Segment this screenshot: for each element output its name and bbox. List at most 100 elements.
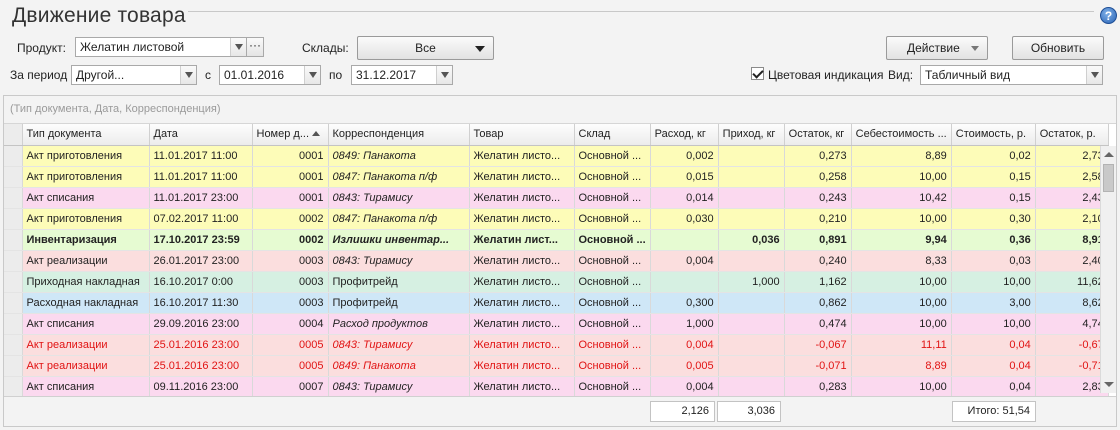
table-row[interactable]: Акт списания 09.11.2016 23:00 0007 0843: Ти… (4, 376, 1109, 398)
table-cell-corr: Профитрейд (328, 271, 470, 293)
table-cell-corr: 0847: Панакота п/ф (328, 166, 470, 188)
table-row[interactable]: Акт приготовления 07.02.2017 11:00 0002 084… (4, 208, 1109, 230)
table-cell-value: 0,30 (951, 208, 1036, 230)
table-cell-type: Акт приготовления (22, 166, 150, 188)
table-cell-out: 0,004 (650, 376, 719, 398)
row-selector-header (4, 124, 23, 146)
table-cell-cost: 8,33 (851, 250, 952, 272)
table-cell-store: Основной ... (574, 376, 651, 398)
row-selector[interactable] (4, 313, 23, 335)
vertical-scrollbar[interactable] (1100, 146, 1116, 393)
view-label: Вид: (888, 68, 914, 82)
table-cell-date: 25.01.2016 23:00 (149, 334, 253, 356)
chevron-down-icon[interactable] (1086, 66, 1102, 84)
table-cell-rest_rub: 4,74 (1035, 313, 1109, 335)
column-header[interactable]: Остаток, кг (784, 124, 852, 146)
column-header[interactable]: Дата (149, 124, 253, 146)
table-cell-store: Основной ... (574, 208, 651, 230)
refresh-button[interactable]: Обновить (1012, 36, 1104, 60)
period-select[interactable]: Другой... (71, 65, 197, 85)
row-selector[interactable] (4, 229, 23, 251)
row-selector[interactable] (4, 376, 23, 398)
row-selector[interactable] (4, 355, 23, 377)
chevron-down-icon[interactable] (230, 38, 246, 56)
help-icon[interactable]: ? (1100, 7, 1117, 24)
table-cell-date: 11.01.2017 11:00 (149, 145, 253, 167)
table-cell-num: 0001 (252, 187, 329, 209)
table-cell-good: Желатин лист... (469, 229, 575, 251)
table-cell-out: 0,014 (650, 187, 719, 209)
row-selector[interactable] (4, 292, 23, 314)
table-cell-good: Желатин листо... (469, 292, 575, 314)
column-header[interactable]: Товар (469, 124, 575, 146)
table-row[interactable]: Инвентаризация 17.10.2017 23:59 0002 Излишк… (4, 229, 1109, 251)
table-row[interactable]: Расходная накладная 16.10.2017 11:30 0003 П… (4, 292, 1109, 314)
table-cell-type: Расходная накладная (22, 292, 150, 314)
table-cell-rest: 0,862 (784, 292, 852, 314)
product-more-button[interactable]: ··· (246, 37, 264, 57)
column-header[interactable]: Склад (574, 124, 651, 146)
movement-table: Тип документа Дата Номер д... Корреспонд… (4, 124, 1109, 398)
from-date-value: 01.01.2016 (224, 68, 285, 82)
scroll-up-icon[interactable] (1104, 152, 1114, 157)
table-cell-value: 0,15 (951, 166, 1036, 188)
column-header[interactable]: Себестоимость ... (851, 124, 952, 146)
column-header[interactable]: Корреспонденция (328, 124, 470, 146)
table-cell-value: 0,04 (951, 376, 1036, 398)
table-cell-corr: 0843: Тирамису (328, 187, 470, 209)
table-row[interactable]: Акт списания 29.09.2016 23:00 0004 Расход п… (4, 313, 1109, 335)
table-cell-date: 11.01.2017 11:00 (149, 166, 253, 188)
stores-dropdown[interactable]: Все (357, 36, 494, 60)
table-cell-in (718, 250, 785, 272)
to-date-field[interactable]: 31.12.2017 (351, 65, 453, 85)
stores-label: Склады: (302, 41, 349, 55)
column-header[interactable]: Стоимость, р. (951, 124, 1036, 146)
table-cell-cost: 11,11 (851, 334, 952, 356)
table-cell-good: Желатин листо... (469, 376, 575, 398)
table-row[interactable]: Акт приготовления 11.01.2017 11:00 0001 084… (4, 145, 1109, 167)
table-cell-out: 0,002 (650, 145, 719, 167)
product-select[interactable]: Желатин листовой (75, 37, 247, 57)
column-header[interactable]: Остаток, р. (1035, 124, 1109, 146)
column-header[interactable]: Расход, кг (650, 124, 719, 146)
table-cell-out: 1,000 (650, 313, 719, 335)
table-cell-out: 0,300 (650, 292, 719, 314)
table-cell-store: Основной ... (574, 145, 651, 167)
table-cell-date: 29.09.2016 23:00 (149, 313, 253, 335)
table-cell-rest_rub: 2,58 (1035, 166, 1109, 188)
column-header-sorted[interactable]: Номер д... (252, 124, 329, 146)
table-cell-date: 25.01.2016 23:00 (149, 355, 253, 377)
table-cell-corr: 0843: Тирамису (328, 250, 470, 272)
chevron-down-icon[interactable] (180, 66, 196, 84)
table-row[interactable]: Приходная накладная 16.10.2017 0:00 0003 Пр… (4, 271, 1109, 293)
table-cell-cost: 10,00 (851, 271, 952, 293)
row-selector[interactable] (4, 145, 23, 167)
table-cell-rest: 0,891 (784, 229, 852, 251)
column-header[interactable]: Тип документа (22, 124, 150, 146)
action-button[interactable]: Действие (886, 36, 988, 60)
row-selector[interactable] (4, 166, 23, 188)
scroll-down-icon[interactable] (1104, 382, 1114, 387)
table-row[interactable]: Акт реализации 25.01.2016 23:00 0005 0843: … (4, 334, 1109, 356)
group-by-area[interactable]: (Тип документа, Дата, Корреспонденция) (4, 96, 1116, 124)
table-row[interactable]: Акт реализации 25.01.2016 23:00 0005 0849: … (4, 355, 1109, 377)
row-selector[interactable] (4, 271, 23, 293)
color-indication-checkbox[interactable] (751, 67, 764, 80)
table-row[interactable]: Акт реализации 26.01.2017 23:00 0003 0843: … (4, 250, 1109, 272)
column-header[interactable]: Приход, кг (718, 124, 785, 146)
row-selector[interactable] (4, 208, 23, 230)
chevron-down-icon[interactable] (304, 66, 320, 84)
chevron-down-icon[interactable] (436, 66, 452, 84)
product-label: Продукт: (17, 41, 66, 55)
table-cell-rest_rub: 2,73 (1035, 145, 1109, 167)
view-select[interactable]: Табличный вид (920, 65, 1103, 85)
table-row[interactable]: Акт приготовления 11.01.2017 11:00 0001 084… (4, 166, 1109, 188)
total-sum: Итого: 51,54 (952, 401, 1036, 422)
row-selector[interactable] (4, 187, 23, 209)
scroll-thumb[interactable] (1103, 164, 1114, 192)
table-row[interactable]: Акт списания 11.01.2017 23:00 0001 0843: Ти… (4, 187, 1109, 209)
row-selector[interactable] (4, 334, 23, 356)
from-date-field[interactable]: 01.01.2016 (219, 65, 321, 85)
row-selector[interactable] (4, 250, 23, 272)
table-cell-date: 09.11.2016 23:00 (149, 376, 253, 398)
